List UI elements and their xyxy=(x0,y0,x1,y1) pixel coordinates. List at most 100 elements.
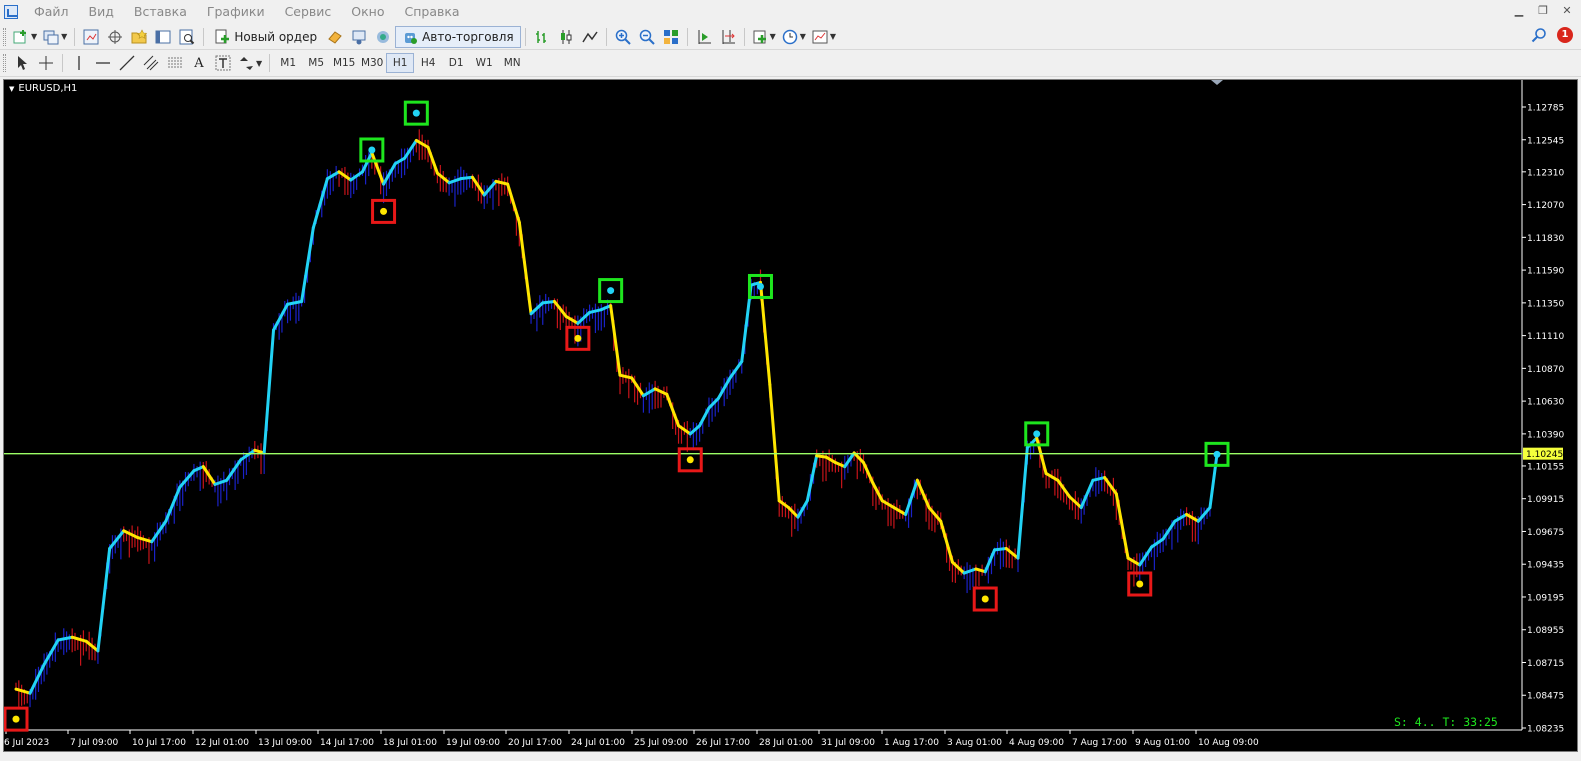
text-tool-button[interactable]: A xyxy=(187,52,211,74)
toolbar-grip[interactable] xyxy=(3,54,6,72)
menu-insert[interactable]: Вставка xyxy=(124,0,197,24)
menu-help[interactable]: Справка xyxy=(395,0,470,24)
chart-window[interactable]: EURUSD,H1 1.127851.125451.123101.120701.… xyxy=(3,79,1578,752)
vertical-line-tool-button[interactable] xyxy=(67,52,91,74)
status-bar xyxy=(0,752,1581,761)
terminal-button[interactable] xyxy=(151,26,175,48)
new-order-button[interactable]: Новый ордер xyxy=(208,26,323,48)
market-watch-button[interactable] xyxy=(79,26,103,48)
new-order-label: Новый ордер xyxy=(234,29,318,44)
minimize-icon[interactable]: ▁ xyxy=(1511,3,1527,19)
indicators-button[interactable]: ▼ xyxy=(749,26,779,48)
menu-view[interactable]: Вид xyxy=(79,0,124,24)
time-tick-label: 1 Aug 17:00 xyxy=(884,738,939,748)
signals-button[interactable] xyxy=(347,26,371,48)
toolbar-separator xyxy=(605,27,607,46)
time-tick-label: 10 Jul 17:00 xyxy=(132,738,186,748)
navigator-button[interactable] xyxy=(127,26,151,48)
bar-chart-button[interactable] xyxy=(530,26,554,48)
timeframe-m30[interactable]: M30 xyxy=(358,53,386,73)
toolbar-separator xyxy=(524,27,526,46)
menu-tools[interactable]: Сервис xyxy=(275,0,342,24)
downtrend-segment xyxy=(517,220,533,316)
swing-high-dot xyxy=(412,109,420,117)
menu-file[interactable]: Файл xyxy=(24,0,79,24)
price-chart[interactable]: 1.12785 1.12545 1.12310 1.12070 1.11830 1.115… xyxy=(4,80,1577,751)
uptrend-segment xyxy=(239,448,257,462)
timeframe-d1[interactable]: D1 xyxy=(442,53,470,73)
timeframe-h1[interactable]: H1 xyxy=(386,53,415,73)
auto-scroll-button[interactable] xyxy=(692,26,716,48)
price-tick-label: 1.11590 xyxy=(1527,267,1564,277)
price-tick-label: 1.08715 xyxy=(1527,659,1564,669)
data-window-button[interactable] xyxy=(103,26,127,48)
templates-button[interactable]: ▼ xyxy=(809,26,839,48)
timeframe-m1[interactable]: M1 xyxy=(274,53,302,73)
uptrend-segment xyxy=(1016,446,1029,560)
profiles-button[interactable]: ▼ xyxy=(40,26,70,48)
swing-low-dot xyxy=(380,207,388,215)
menu-charts[interactable]: Графики xyxy=(197,0,275,24)
price-tick-label: 1.10630 xyxy=(1527,398,1564,408)
downtrend-segment xyxy=(861,461,875,485)
trendline-icon xyxy=(119,55,135,71)
arrows-tool-button[interactable]: ▼ xyxy=(235,52,265,74)
arrows-icon xyxy=(240,57,253,70)
notifications-badge[interactable]: 1 xyxy=(1557,27,1573,43)
time-tick-label: 13 Jul 09:00 xyxy=(258,738,312,748)
close-icon[interactable]: ✕ xyxy=(1559,3,1575,19)
timeframe-h4[interactable]: H4 xyxy=(414,53,442,73)
toolbar-separator xyxy=(743,27,745,46)
candlestick-chart-button[interactable] xyxy=(554,26,578,48)
downtrend-segment xyxy=(494,179,510,186)
uptrend-segment xyxy=(805,454,819,503)
time-tick-label: 9 Aug 01:00 xyxy=(1135,738,1190,748)
time-tick-label: 14 Jul 17:00 xyxy=(320,738,374,748)
market-button[interactable] xyxy=(371,26,395,48)
timeframe-w1[interactable]: W1 xyxy=(470,53,498,73)
chart-shift-button[interactable] xyxy=(716,26,740,48)
text-tool-icon: A xyxy=(194,55,204,71)
time-tick-label: 26 Jul 17:00 xyxy=(696,738,750,748)
uptrend-segment xyxy=(300,226,315,303)
line-chart-button[interactable] xyxy=(578,26,602,48)
time-tick-label: 28 Jul 01:00 xyxy=(759,738,813,748)
timeframe-mn[interactable]: MN xyxy=(498,53,526,73)
autotrading-button[interactable]: Авто-торговля xyxy=(395,25,521,48)
swing-high-dot xyxy=(368,146,376,154)
trendline-tool-button[interactable] xyxy=(115,52,139,74)
horizontal-line-tool-button[interactable] xyxy=(91,52,115,74)
timeframe-m5[interactable]: M5 xyxy=(302,53,330,73)
new-chart-button[interactable]: ▼ xyxy=(10,26,40,48)
text-label-tool-button[interactable] xyxy=(211,52,235,74)
metaeditor-button[interactable] xyxy=(323,26,347,48)
swing-high-dot xyxy=(1213,450,1221,458)
drawing-toolbar: A ▼ M1 M5 M15 M30 H1 H4 D1 W1 MN xyxy=(0,50,1581,77)
time-tick-label: 4 Aug 09:00 xyxy=(1009,738,1064,748)
tile-windows-button[interactable] xyxy=(659,26,683,48)
channel-icon xyxy=(143,55,159,71)
zoom-in-button[interactable] xyxy=(611,26,635,48)
restore-icon[interactable]: ❐ xyxy=(1535,3,1551,19)
horizontal-line-icon xyxy=(96,62,110,64)
search-icon[interactable] xyxy=(1531,27,1547,43)
time-tick-label: 7 Aug 17:00 xyxy=(1072,738,1127,748)
cursor-tool-button[interactable] xyxy=(10,52,34,74)
price-tick-label: 1.12785 xyxy=(1527,104,1564,114)
app-logo-icon xyxy=(4,5,18,19)
menu-window[interactable]: Окно xyxy=(341,0,394,24)
strategy-tester-button[interactable] xyxy=(175,26,199,48)
downtrend-segment xyxy=(136,536,154,544)
price-tick-label: 1.12310 xyxy=(1527,168,1564,178)
uptrend-segment xyxy=(56,635,74,642)
toolbar-grip[interactable] xyxy=(3,27,6,46)
equidistant-channel-tool-button[interactable] xyxy=(139,52,163,74)
timeframe-m15[interactable]: M15 xyxy=(330,53,358,73)
zoom-out-button[interactable] xyxy=(635,26,659,48)
fibonacci-tool-button[interactable] xyxy=(163,52,187,74)
crosshair-tool-button[interactable] xyxy=(34,52,58,74)
market-signal-icon xyxy=(377,30,390,43)
price-tick-label: 1.11350 xyxy=(1527,299,1564,309)
periods-button[interactable]: ▼ xyxy=(779,26,809,48)
time-tick-label: 24 Jul 01:00 xyxy=(571,738,625,748)
